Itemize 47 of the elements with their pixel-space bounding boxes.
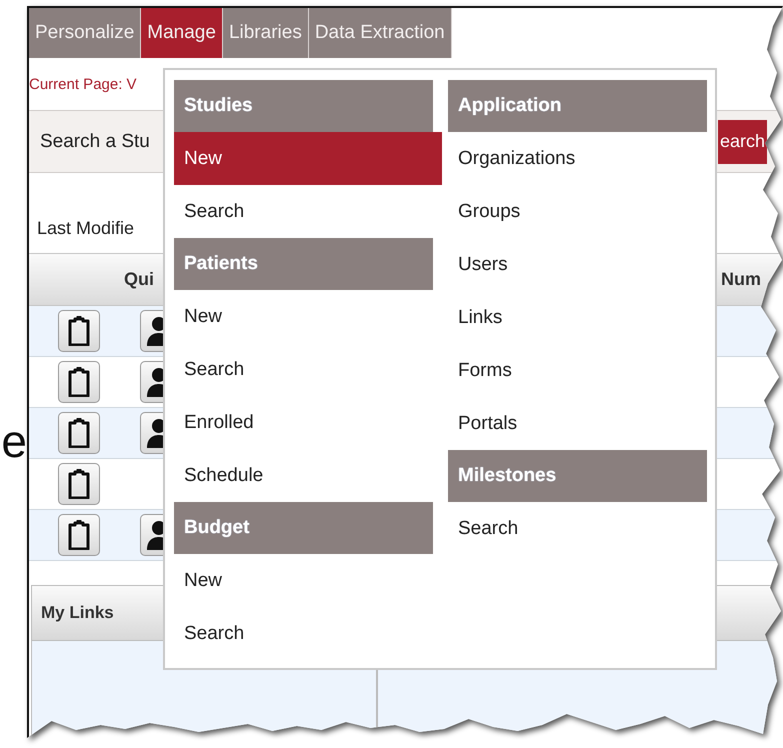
document-text: e — [1, 418, 27, 464]
menu-item[interactable]: Forms — [448, 344, 707, 397]
menu-section-header: Milestones — [448, 450, 707, 502]
menu-item[interactable]: Search — [174, 343, 442, 396]
person-icon — [146, 418, 163, 448]
person-button[interactable] — [140, 514, 163, 556]
column-header: Qui — [124, 269, 154, 290]
person-icon — [146, 316, 163, 346]
clipboard-icon — [67, 469, 91, 499]
panel-title: My Links — [41, 603, 114, 623]
menu-item[interactable]: Enrolled — [174, 396, 442, 449]
clipboard-icon — [67, 520, 91, 550]
menu-item[interactable]: Links — [448, 291, 707, 344]
person-icon — [146, 520, 163, 550]
nav-tab[interactable]: Manage — [141, 8, 223, 58]
column-header: Num — [721, 269, 761, 290]
menu-item[interactable]: New — [174, 290, 442, 343]
menu-item[interactable]: Search — [174, 185, 442, 238]
menu-section-header: Budget — [174, 502, 433, 554]
clipboard-icon — [67, 418, 91, 448]
clipboard-button[interactable] — [58, 310, 100, 352]
clipboard-button[interactable] — [58, 463, 100, 505]
menu-item[interactable]: Portals — [448, 397, 707, 450]
breadcrumb: Current Page: V — [29, 76, 137, 92]
clipboard-icon — [67, 367, 91, 397]
menu-section-header: Patients — [174, 238, 433, 290]
search-label: Search a Stu — [40, 130, 150, 152]
search-button[interactable]: earch — [718, 120, 767, 164]
menu-item[interactable]: Groups — [448, 185, 707, 238]
menu-item[interactable]: New — [174, 132, 442, 185]
person-button[interactable] — [140, 310, 163, 352]
clipboard-button[interactable] — [58, 361, 100, 403]
menu-section-header: Studies — [174, 80, 433, 132]
menu-item[interactable]: Organizations — [448, 132, 707, 185]
menu-item[interactable]: New — [174, 554, 442, 607]
person-button[interactable] — [140, 361, 163, 403]
person-button[interactable] — [140, 412, 163, 454]
menu-section-header: Application — [448, 80, 707, 132]
clipboard-button[interactable] — [58, 514, 100, 556]
menu-item[interactable]: Search — [174, 607, 442, 660]
clipboard-button[interactable] — [58, 412, 100, 454]
person-icon — [146, 367, 163, 397]
menu-item[interactable]: Schedule — [174, 449, 442, 502]
clipboard-icon — [67, 316, 91, 346]
menu-item[interactable]: Search — [448, 502, 707, 555]
menu-item[interactable]: Users — [448, 238, 707, 291]
last-modified-label: Last Modifie — [37, 218, 134, 239]
